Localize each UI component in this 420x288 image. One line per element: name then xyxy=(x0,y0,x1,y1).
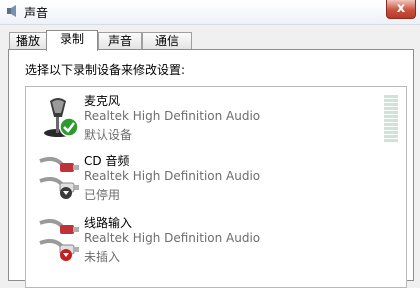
meter-bar xyxy=(384,115,398,118)
instruction-text: 选择以下录制设备来修改设置: xyxy=(25,63,186,77)
meter-bar xyxy=(384,135,398,138)
meter-bar xyxy=(384,131,398,134)
meter-bar xyxy=(384,123,398,126)
meter-bar xyxy=(384,119,398,122)
close-button[interactable]: x xyxy=(386,0,416,19)
meter-bar xyxy=(384,139,398,142)
rca-cable-icon xyxy=(39,219,79,261)
device-status: 未插入 xyxy=(84,250,121,264)
device-name: 麦克风 xyxy=(84,94,121,108)
tab-sounds[interactable]: 声音 xyxy=(98,32,142,50)
unplugged-red-badge xyxy=(60,249,72,261)
list-item[interactable]: CD 音频 Realtek High Definition Audio 已停用 xyxy=(26,147,386,205)
tab-recording[interactable]: 录制 xyxy=(46,30,98,51)
meter-bar xyxy=(384,107,398,110)
device-description: Realtek High Definition Audio xyxy=(84,109,261,123)
meter-bar xyxy=(384,103,398,106)
list-item[interactable]: 线路输入 Realtek High Definition Audio 未插入 xyxy=(26,209,386,267)
title-bar[interactable]: 声音 x xyxy=(0,0,420,25)
recording-panel: 选择以下录制设备来修改设置: 麦克风 Realtek High Definiti… xyxy=(8,49,414,288)
device-description: Realtek High Definition Audio xyxy=(84,231,261,245)
window-title: 声音 xyxy=(24,6,49,20)
meter-bar xyxy=(384,111,398,114)
list-item[interactable]: 麦克风 Realtek High Definition Audio 默认设备 xyxy=(26,87,386,145)
meter-bar xyxy=(384,127,398,130)
device-status: 已停用 xyxy=(84,188,121,202)
meter-bar xyxy=(384,99,398,102)
device-status: 默认设备 xyxy=(84,128,133,142)
disabled-down-arrow-badge xyxy=(60,187,72,199)
device-name: CD 音频 xyxy=(84,154,130,168)
level-meter xyxy=(384,95,398,147)
tab-playback[interactable]: 播放 xyxy=(9,32,47,50)
device-name: 线路输入 xyxy=(84,216,133,230)
speaker-icon xyxy=(7,5,16,17)
default-check-badge xyxy=(59,117,79,137)
tab-communications[interactable]: 通信 xyxy=(142,32,192,50)
rca-cable-icon xyxy=(39,157,79,199)
device-list[interactable]: 麦克风 Realtek High Definition Audio 默认设备 C… xyxy=(25,86,407,288)
meter-bar xyxy=(384,95,398,98)
device-description: Realtek High Definition Audio xyxy=(84,169,261,183)
microphone-icon xyxy=(44,98,79,137)
